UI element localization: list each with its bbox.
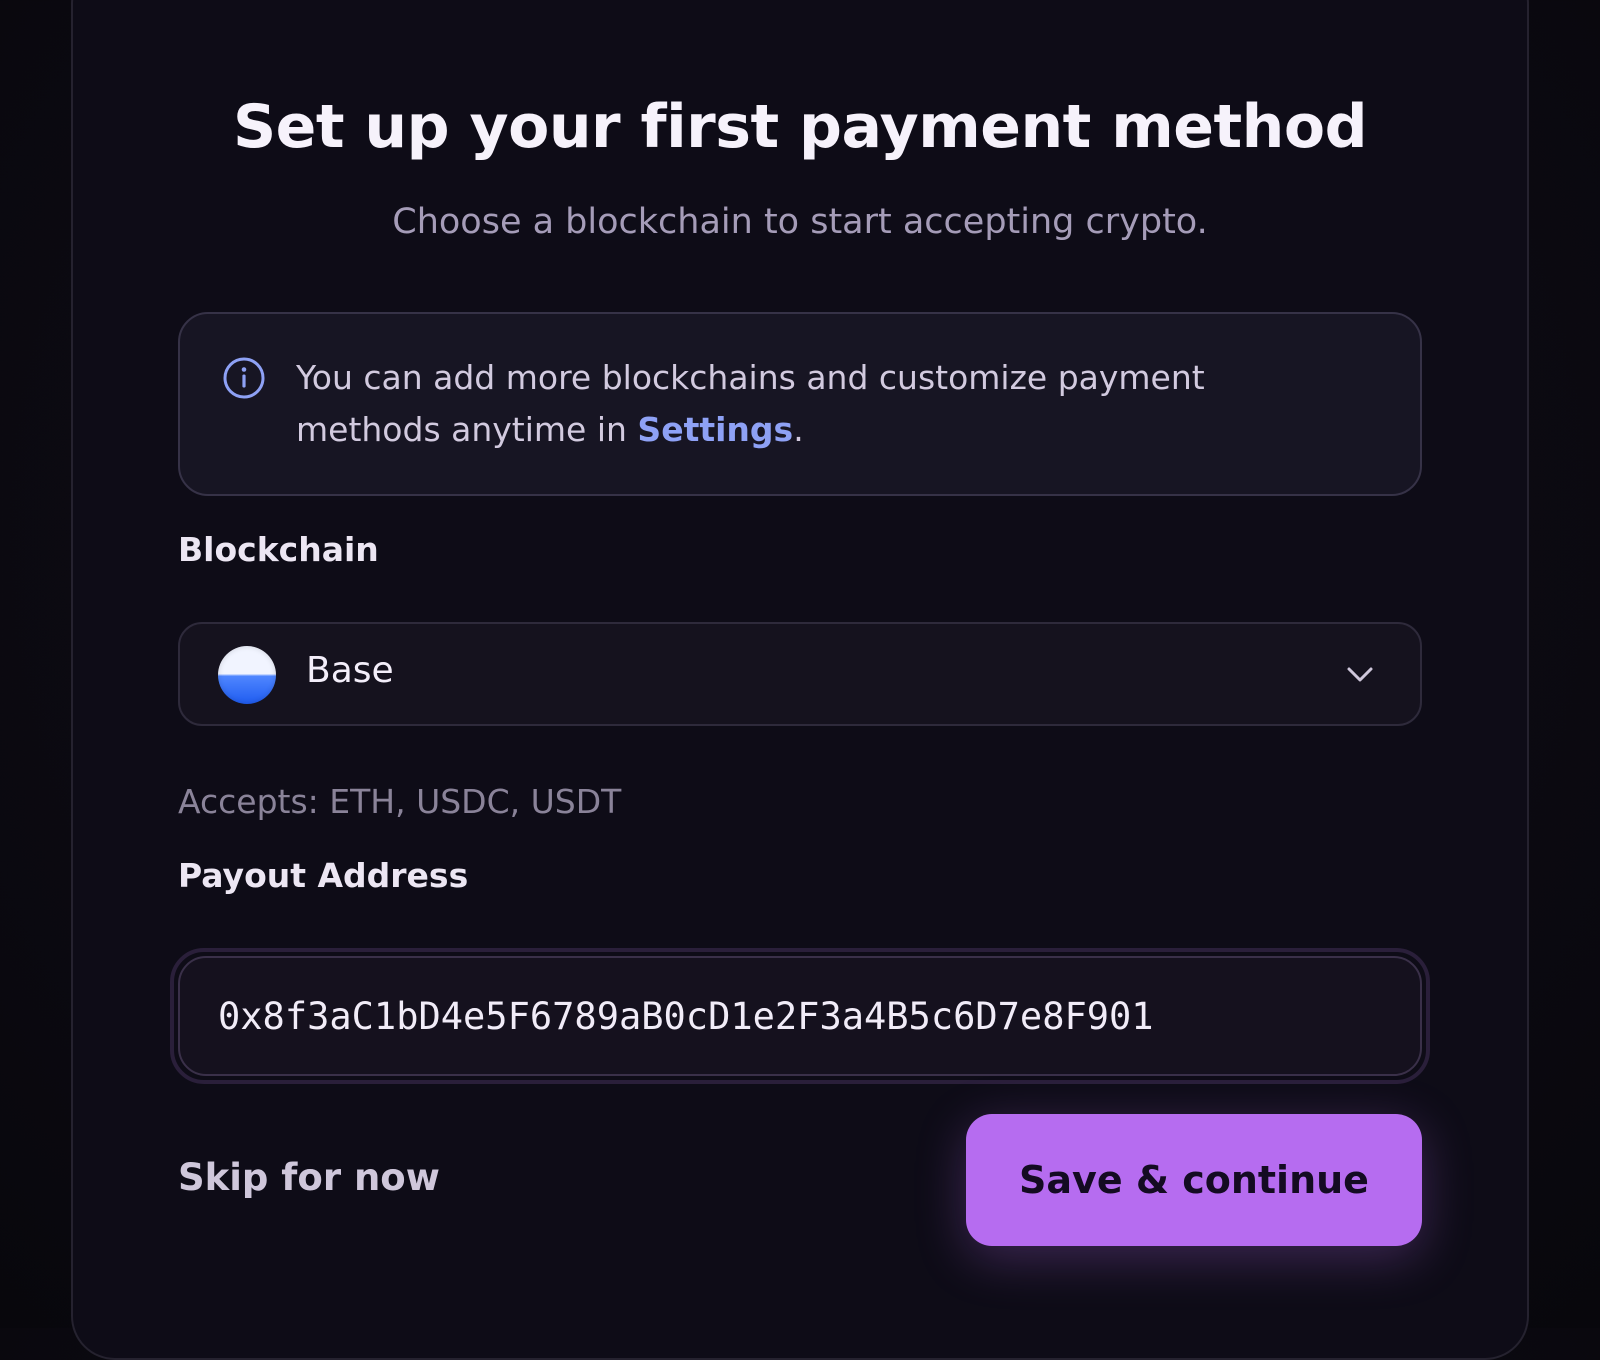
payout-address-input[interactable] [178,956,1422,1076]
blockchain-label: Blockchain [178,530,379,569]
info-text-end: . [793,410,804,449]
info-banner: You can add more blockchains and customi… [178,312,1422,496]
blockchain-selected-value: Base [306,650,394,691]
accepted-tokens: Accepts: ETH, USDC, USDT [178,782,622,821]
base-logo-icon [218,646,276,704]
blockchain-select[interactable]: Base [178,622,1422,726]
skip-button[interactable]: Skip for now [178,1156,440,1199]
info-icon [223,357,265,399]
payout-address-label: Payout Address [178,856,469,895]
page-title: Set up your first payment method [232,92,1368,162]
chevron-down-icon [1347,667,1373,682]
info-text: You can add more blockchains and customi… [296,352,1356,456]
page-subtitle: Choose a blockchain to start accepting c… [392,202,1208,242]
settings-link[interactable]: Settings [637,410,793,449]
save-continue-button[interactable]: Save & continue [966,1114,1422,1246]
